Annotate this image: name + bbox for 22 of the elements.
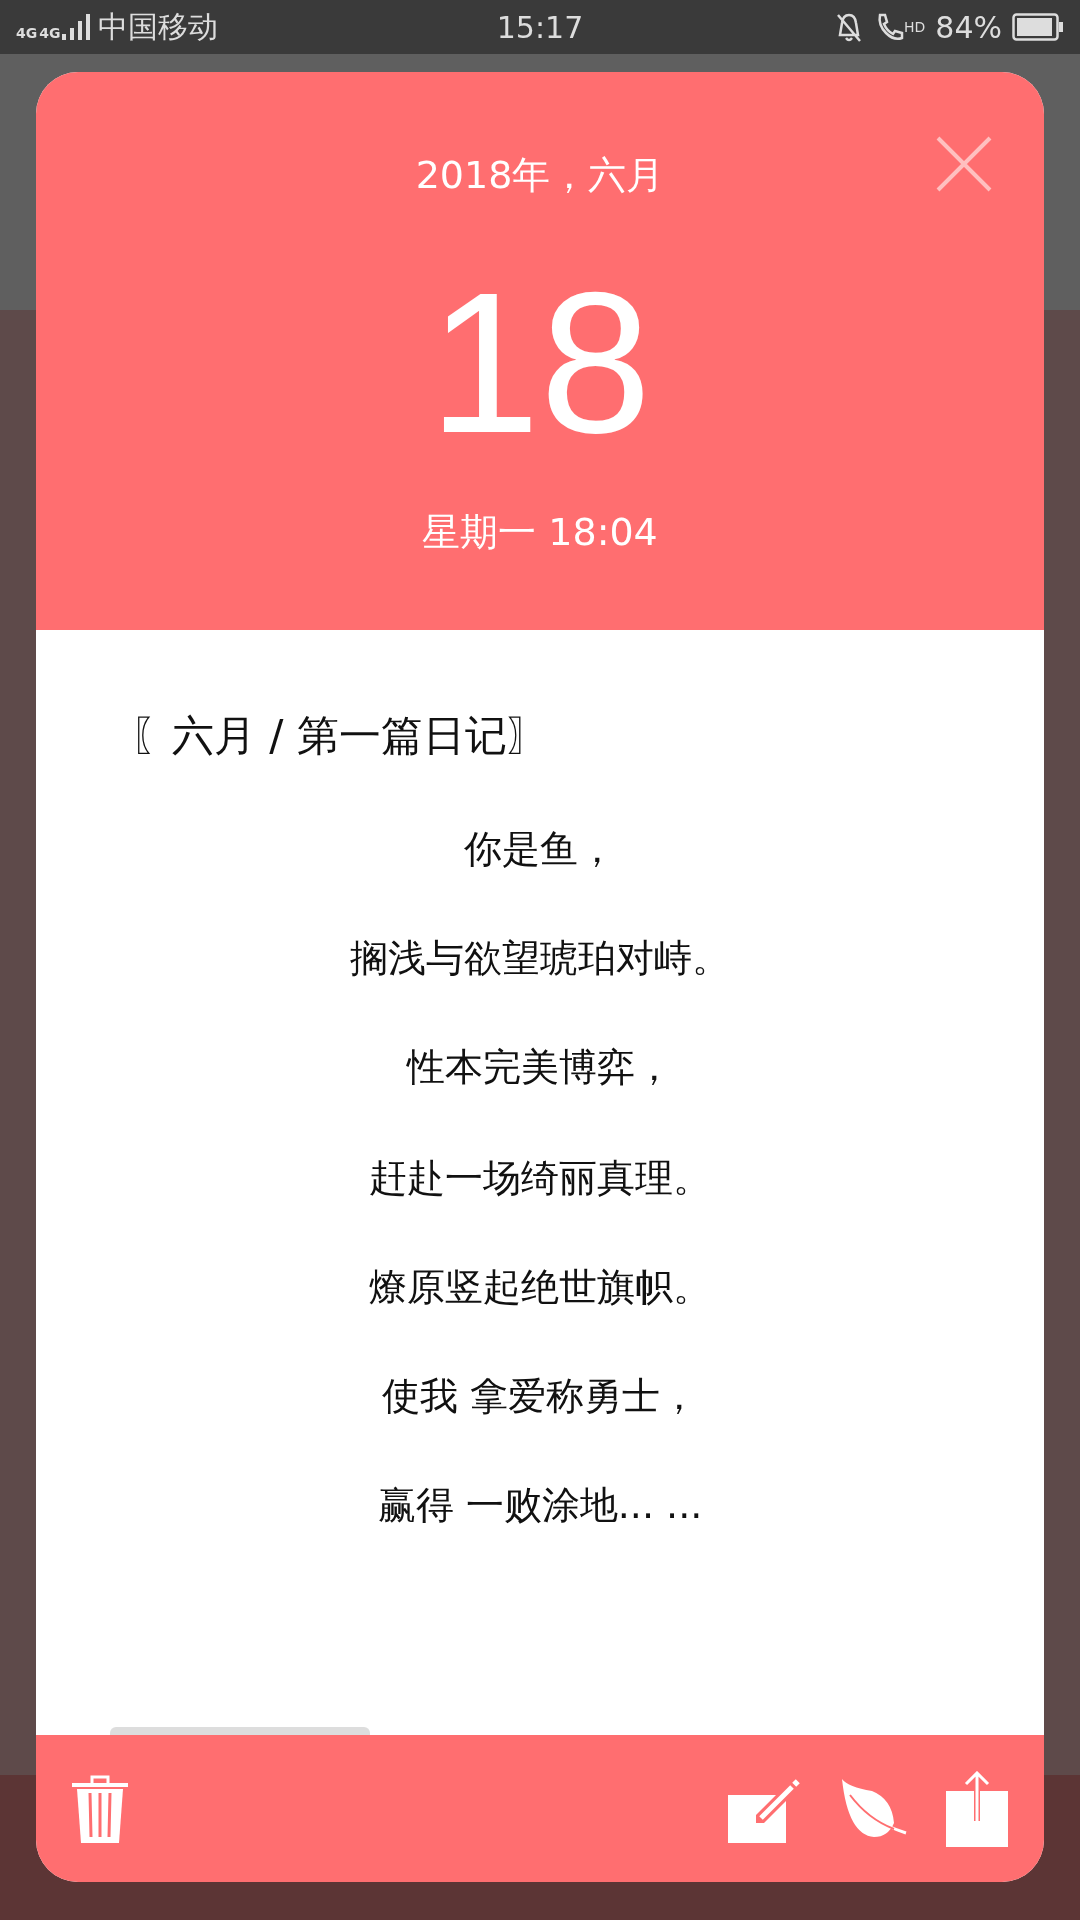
carrier-name: 中国移动	[98, 7, 219, 46]
network-label: 4G	[39, 26, 61, 40]
poem-line: 赢得 一败涂地... ...	[376, 1482, 704, 1529]
poem-line: 搁浅与欲望琥珀对峙。	[349, 935, 731, 982]
weekday-time: 星期一 18:04	[422, 509, 658, 556]
hd-label: HD	[904, 19, 926, 34]
poem-line: 性本完美博弈，	[405, 1044, 674, 1091]
share-icon[interactable]	[946, 1770, 1008, 1847]
poem-line: 赶赴一场绮丽真理。	[368, 1155, 712, 1202]
battery-percent: 84%	[935, 9, 1002, 45]
entry-title: 〖六月 / 第一篇日记〗	[130, 710, 550, 762]
poem-line: 你是鱼，	[463, 826, 617, 873]
day-number: 18	[428, 263, 652, 463]
signal-icon	[62, 14, 91, 40]
network-label: 4G	[16, 26, 38, 40]
poem-line: 燎原竖起绝世旗帜。	[368, 1264, 712, 1311]
battery-icon	[1012, 13, 1064, 41]
muted-bell-icon	[834, 11, 864, 43]
close-icon[interactable]	[936, 136, 992, 192]
clock-time: 15:17	[496, 9, 584, 45]
year-month: 2018年，六月	[415, 152, 665, 199]
poem-line: 使我 拿爱称勇士，	[380, 1373, 700, 1420]
